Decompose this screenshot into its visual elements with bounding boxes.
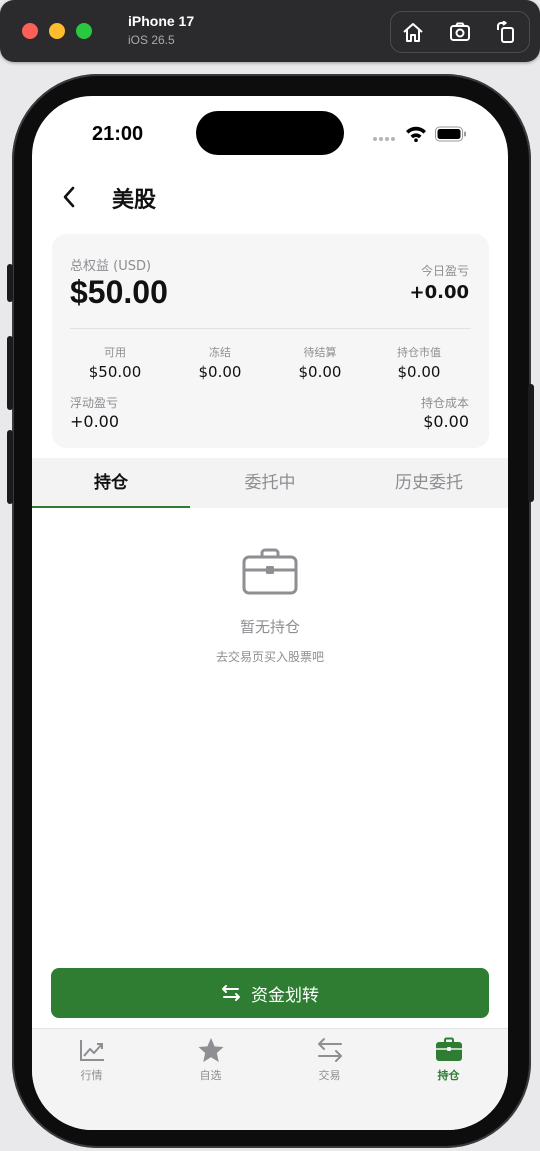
fund-transfer-button[interactable]: 资金划转	[51, 968, 489, 1018]
position-cost-label: 持仓成本	[420, 396, 469, 410]
today-pnl-value: +0.00	[409, 282, 470, 303]
position-tabs: 持仓 委托中 历史委托	[32, 458, 508, 508]
pending-settlement-stat: 待结算 $0.00	[275, 344, 365, 381]
action-button	[7, 264, 13, 302]
page-title: 美股	[112, 188, 157, 213]
status-time: 21:00	[92, 123, 144, 145]
home-icon[interactable]	[401, 21, 425, 43]
available-label: 可用	[104, 346, 126, 359]
account-summary-card: 总权益 (USD) $50.00 今日盈亏 +0.00 可用 $50.00 冻结…	[52, 234, 489, 448]
tabbar-label-trade: 交易	[318, 1069, 341, 1082]
total-equity-value: $50.00	[70, 274, 168, 310]
simulator-title-bar: iPhone 17 iOS 26.5	[0, 0, 540, 62]
rotate-icon[interactable]	[494, 21, 518, 43]
swap-arrows-icon	[317, 1038, 342, 1062]
floating-pnl-value: +0.00	[70, 412, 120, 431]
star-icon	[198, 1038, 223, 1062]
wifi-icon	[406, 126, 426, 142]
empty-state-title: 暂无持仓	[239, 618, 300, 636]
tab-open-orders[interactable]: 委托中	[191, 458, 349, 508]
bottom-tab-bar: 行情 自选 交易 持仓	[32, 1028, 508, 1130]
frozen-value: $0.00	[198, 363, 242, 381]
market-value-stat: 持仓市值 $0.00	[374, 344, 464, 381]
tabbar-item-watchlist[interactable]: 自选	[151, 1037, 270, 1083]
available-stat: 可用 $50.00	[70, 344, 160, 381]
simulator-os-version: iOS 26.5	[128, 33, 175, 47]
tab-order-history[interactable]: 历史委托	[350, 458, 508, 508]
dynamic-island	[196, 111, 344, 155]
tab-positions[interactable]: 持仓	[32, 458, 190, 508]
fund-transfer-label: 资金划转	[251, 985, 319, 1006]
empty-state-subtitle: 去交易页买入股票吧	[215, 650, 324, 664]
tabbar-label-positions: 持仓	[437, 1069, 460, 1082]
tabbar-item-market[interactable]: 行情	[32, 1037, 151, 1083]
tabbar-label-market: 行情	[80, 1069, 103, 1082]
back-chevron-icon[interactable]	[58, 184, 82, 210]
simulator-toolbar	[390, 11, 530, 53]
app-screen: 21:00 美股 总权益 (USD) $50.00 今日盈亏 +0.00 可用 …	[32, 96, 508, 1130]
floating-pnl-label: 浮动盈亏	[70, 396, 119, 410]
active-tab-indicator	[32, 506, 190, 508]
briefcase-icon	[435, 1037, 462, 1061]
battery-icon	[435, 126, 466, 142]
today-pnl-label: 今日盈亏	[420, 264, 469, 278]
simulator-device-name: iPhone 17	[128, 13, 195, 29]
volume-up-button	[7, 336, 13, 410]
chart-line-icon	[79, 1040, 104, 1061]
available-value: $50.00	[88, 363, 142, 381]
tabbar-item-positions[interactable]: 持仓	[389, 1037, 508, 1083]
cellular-signal-icon	[373, 137, 395, 141]
zoom-window-button[interactable]	[76, 23, 92, 39]
frozen-stat: 冻结 $0.00	[175, 344, 265, 381]
frozen-label: 冻结	[209, 346, 231, 359]
pending-settlement-label: 待结算	[303, 346, 337, 359]
market-value-value: $0.00	[397, 363, 441, 381]
tabbar-item-trade[interactable]: 交易	[270, 1037, 389, 1083]
minimize-window-button[interactable]	[49, 23, 65, 39]
close-window-button[interactable]	[22, 23, 38, 39]
volume-down-button	[7, 430, 13, 504]
total-equity-label: 总权益 (USD)	[70, 259, 152, 274]
tabbar-label-watchlist: 自选	[199, 1069, 222, 1082]
power-button	[528, 384, 534, 502]
screenshot-icon[interactable]	[448, 21, 472, 43]
market-value-label: 持仓市值	[397, 346, 441, 359]
position-cost-value: $0.00	[423, 412, 469, 431]
briefcase-icon	[242, 548, 298, 595]
pending-settlement-value: $0.00	[298, 363, 342, 381]
transfer-arrows-icon	[222, 985, 240, 1001]
card-divider	[70, 328, 471, 329]
